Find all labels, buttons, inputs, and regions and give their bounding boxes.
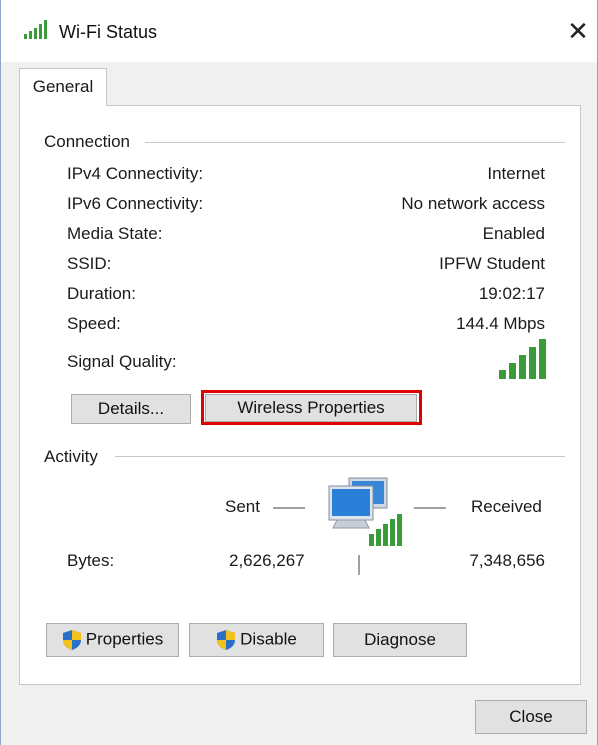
network-computers-icon	[328, 477, 402, 546]
disable-button-label: Disable	[240, 629, 297, 649]
bytes-sent-value: 2,626,267	[229, 551, 305, 570]
wifi-signal-icon	[24, 20, 47, 39]
diagnose-button[interactable]: Diagnose	[333, 623, 467, 657]
bytes-label: Bytes:	[67, 551, 115, 570]
uac-shield-icon	[62, 630, 81, 650]
ipv6-connectivity-label: IPv6 Connectivity:	[67, 194, 204, 213]
title-bar: Wi-Fi Status ✕	[1, 0, 597, 62]
ipv6-connectivity-value: No network access	[401, 194, 545, 213]
ssid-label: SSID:	[67, 254, 112, 273]
sent-connector-line	[273, 507, 305, 509]
bytes-received-value: 7,348,656	[469, 551, 545, 570]
connection-divider	[145, 142, 565, 143]
media-state-value: Enabled	[482, 224, 545, 243]
ipv4-connectivity-value: Internet	[487, 164, 545, 183]
details-button[interactable]: Details...	[71, 394, 191, 424]
activity-section-title: Activity	[44, 447, 108, 467]
speed-label: Speed:	[67, 314, 121, 333]
speed-value: 144.4 Mbps	[456, 314, 545, 333]
close-button[interactable]: Close	[475, 700, 587, 734]
signal-quality-label: Signal Quality:	[67, 352, 177, 371]
uac-shield-icon	[217, 630, 236, 650]
ssid-value: IPFW Student	[439, 254, 545, 273]
wifi-status-dialog: Wi-Fi Status ✕ General Connection IPv4 C…	[0, 0, 598, 745]
received-connector-line	[414, 507, 446, 509]
tab-general[interactable]: General	[19, 68, 107, 106]
properties-button-label: Properties	[85, 629, 164, 649]
close-window-icon[interactable]: ✕	[561, 14, 595, 48]
disable-button[interactable]: Disable	[189, 623, 324, 657]
media-state-label: Media State:	[67, 224, 163, 243]
duration-label: Duration:	[67, 284, 136, 303]
signal-quality-bars-icon	[499, 339, 546, 379]
wireless-properties-highlight	[201, 390, 422, 425]
duration-value: 19:02:17	[478, 284, 545, 303]
ipv4-connectivity-label: IPv4 Connectivity:	[67, 164, 204, 183]
sent-label: Sent	[225, 497, 260, 516]
activity-divider	[115, 456, 565, 457]
properties-button[interactable]: Properties	[46, 623, 179, 657]
activity-vertical-divider	[358, 555, 360, 575]
connection-section-title: Connection	[44, 132, 141, 152]
received-label: Received	[471, 497, 542, 516]
window-title: Wi-Fi Status	[59, 22, 158, 42]
